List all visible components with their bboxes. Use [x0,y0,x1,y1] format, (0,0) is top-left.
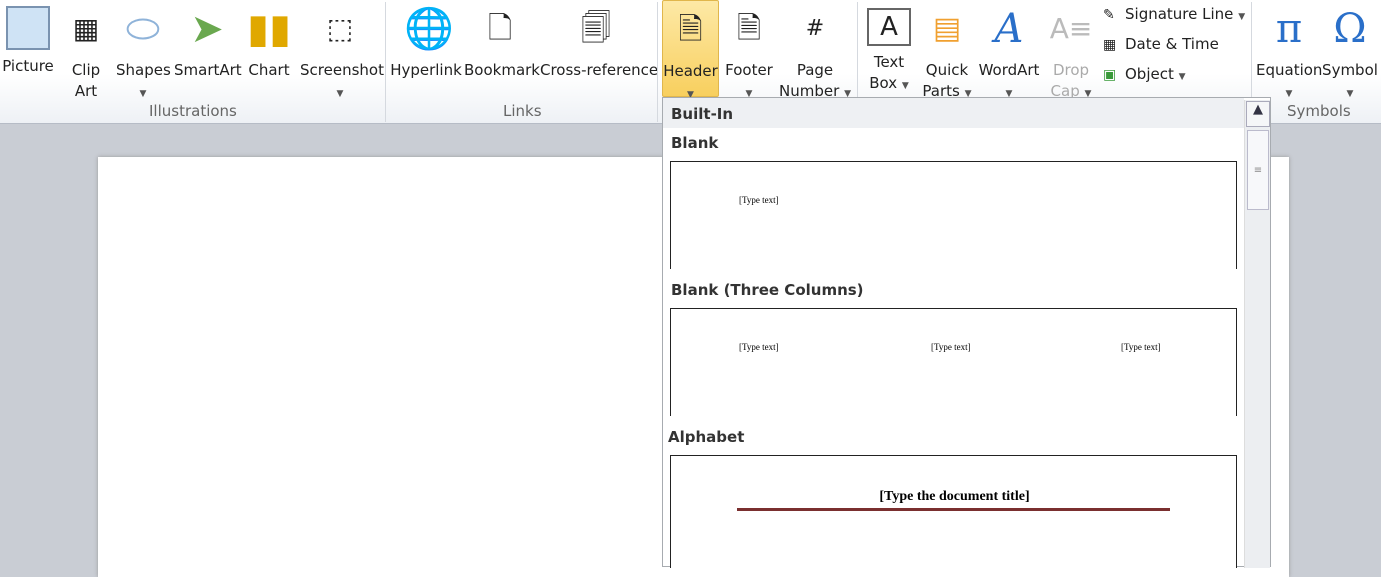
dropdown-arrow-icon: ▼ [139,89,147,99]
clip-art-button[interactable]: ▦ Clip Art [62,0,110,100]
label: Date & Time [1125,35,1219,53]
group-label-links: Links [503,102,542,120]
shapes-icon: ⬭ [125,6,161,52]
scroll-thumb[interactable]: ≡ [1247,130,1269,210]
date-time-button[interactable]: ▦ Date & Time [1103,35,1219,53]
text-box-icon: A [867,8,911,46]
category-built-in: Built-In [663,98,1244,128]
chart-icon: ▮▮ [247,6,292,52]
object-icon: ▣ [1103,67,1117,83]
placeholder-title: [Type the document title] [879,489,1030,504]
bookmark-button[interactable]: 🗋 Bookmark [464,0,540,97]
cross-reference-button[interactable]: 🗐 Cross-reference [540,0,658,97]
placeholder-text: [Type text] [739,195,779,205]
gallery-item-blank-three-columns[interactable]: [Type text] [Type text] [Type text] [670,308,1237,416]
screenshot-icon: ⬚ [326,12,354,45]
picture-icon [6,6,50,50]
gallery-item-label: Alphabet [668,428,745,446]
clip-art-icon: ▦ [72,12,100,45]
placeholder-text: [Type text] [739,342,779,352]
header-gallery-dropdown: Built-In Blank [Type text] Blank (Three … [662,97,1271,568]
dropdown-arrow-icon: ▼ [1178,72,1186,82]
signature-icon: ✎ [1103,7,1115,23]
footer-icon: 🗎 [736,11,762,46]
hyperlink-button[interactable]: 🌐 Hyperlink [390,0,462,97]
shapes-button[interactable]: ⬭ Shapes ▼ [116,0,171,99]
gallery-item-label: Blank [671,134,719,152]
gallery-item-label: Blank (Three Columns) [671,281,864,299]
label: Object [1125,65,1174,83]
smartart-icon: ➤ [190,6,224,52]
page-number-icon: # [805,16,825,41]
quick-parts-icon: ▤ [932,11,962,46]
dropdown-arrow-icon: ▼ [1238,12,1246,22]
separator [385,2,386,122]
cross-reference-icon: 🗐 [581,11,611,46]
calendar-icon: ▦ [1103,37,1117,53]
globe-link-icon: 🌐 [404,6,454,52]
label: Signature Line [1125,5,1234,23]
placeholder-text: [Type text] [931,342,971,352]
gallery-item-blank[interactable]: [Type text] [670,161,1237,269]
group-label-symbols: Symbols [1287,102,1351,120]
scrollbar[interactable]: ▲ ≡ [1244,100,1270,568]
header-button[interactable]: 🗎 Header ▼ [662,0,719,100]
symbol-button[interactable]: Ω Symbol ▼ [1322,0,1378,99]
gallery-item-alphabet[interactable]: [Type the document title] [670,455,1237,568]
dropdown-arrow-icon: ▼ [336,89,344,99]
header-icon: 🗎 [678,12,703,47]
drop-cap-icon: A≡ [1049,12,1093,45]
bookmark-icon: 🗋 [487,11,513,46]
wordart-button[interactable]: A WordArt ▼ [977,0,1041,99]
quick-parts-button[interactable]: ▤ Quick Parts ▼ [920,0,974,100]
dropdown-arrow-icon: ▼ [1285,89,1293,99]
picture-button[interactable]: Picture [2,0,54,97]
title-rule [737,508,1170,511]
dropdown-arrow-icon: ▼ [1346,89,1354,99]
page-number-button[interactable]: # Page Number ▼ [778,0,852,100]
equation-button[interactable]: π Equation ▼ [1256,0,1322,99]
signature-line-button[interactable]: ✎ Signature Line ▼ [1103,5,1245,23]
drop-cap-button[interactable]: A≡ Drop Cap ▼ [1044,0,1098,100]
screenshot-button[interactable]: ⬚ Screenshot ▼ [300,0,384,99]
smartart-button[interactable]: ➤ SmartArt [174,0,242,97]
object-button[interactable]: ▣ Object ▼ [1103,65,1186,83]
text-box-button[interactable]: A Text Box ▼ [862,0,916,97]
group-label-illustrations: Illustrations [149,102,237,120]
pi-icon: π [1275,6,1303,52]
separator [657,2,658,122]
scroll-up-icon[interactable]: ▲ [1246,101,1270,127]
chart-button[interactable]: ▮▮ Chart [246,0,292,97]
wordart-icon: A [994,6,1024,52]
dropdown-arrow-icon: ▼ [901,81,909,91]
label: Box [869,74,898,92]
footer-button[interactable]: 🗎 Footer ▼ [722,0,776,99]
placeholder-text: [Type text] [1121,342,1161,352]
omega-icon: Ω [1333,6,1367,52]
